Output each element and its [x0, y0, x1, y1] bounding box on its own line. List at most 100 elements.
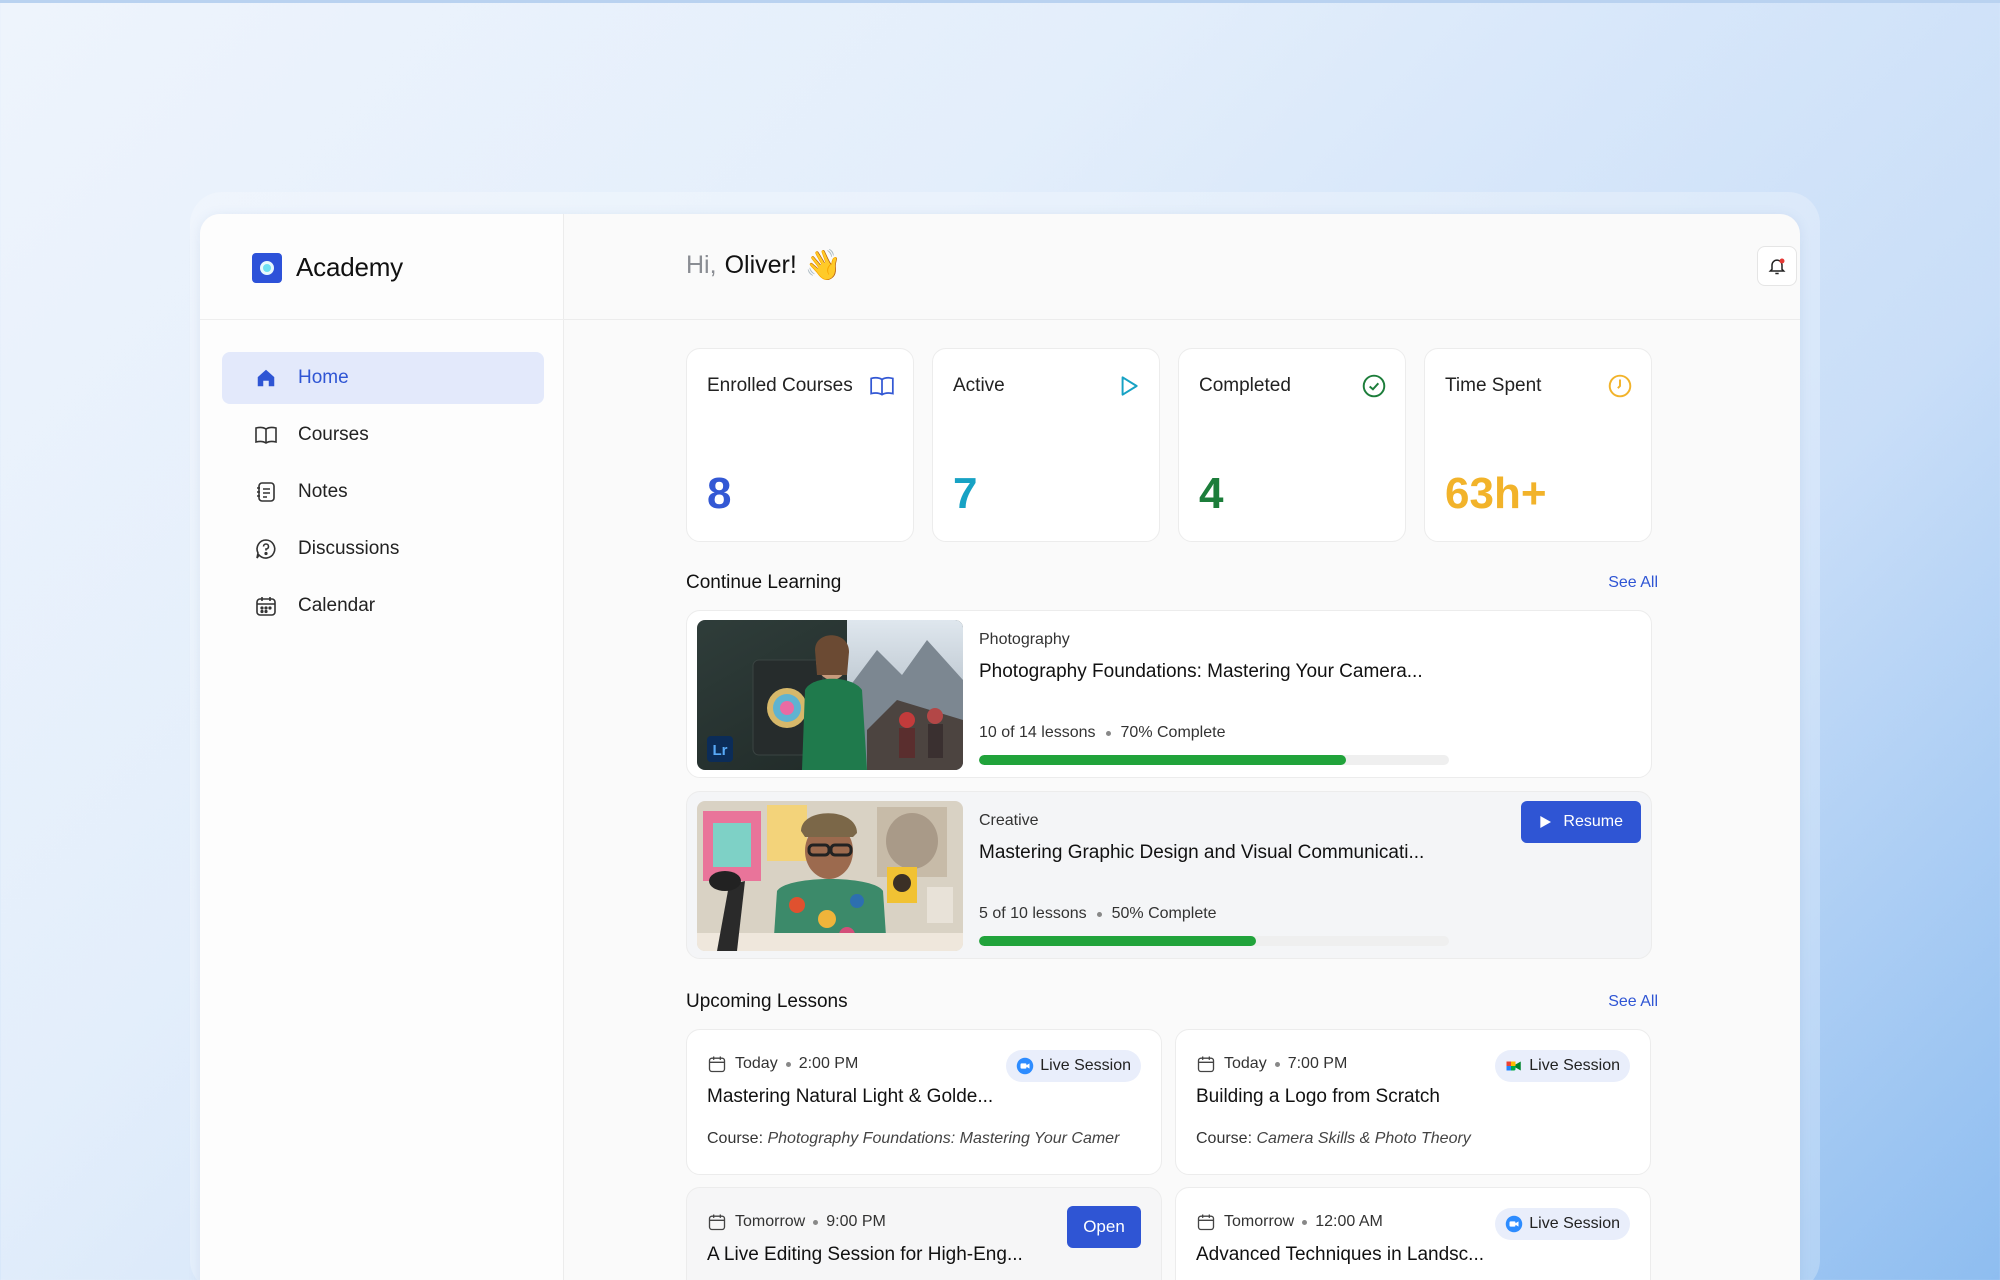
lesson-count: 5 of 10 lessons	[979, 905, 1087, 922]
clock-icon	[1608, 374, 1632, 398]
book-icon	[870, 376, 894, 396]
page-header: Hi, Oliver! 👋	[564, 214, 1800, 320]
course-title[interactable]: Mastering Graphic Design and Visual Comm…	[979, 842, 1424, 864]
live-session-badge: Live Session	[1006, 1050, 1141, 1082]
live-session-badge: Live Session	[1495, 1208, 1630, 1240]
course-label: Course:	[1196, 1130, 1253, 1147]
open-button[interactable]: Open	[1067, 1206, 1141, 1248]
lesson-schedule: Tomorrow 9:00 PM	[707, 1212, 886, 1232]
greeting-prefix: Hi,	[686, 251, 717, 279]
badge-label: Live Session	[1529, 1215, 1620, 1232]
question-icon	[254, 537, 278, 561]
zoom-icon	[1506, 1215, 1523, 1233]
separator-dot	[1105, 730, 1111, 736]
sidebar-item-discussions[interactable]: Discussions	[222, 523, 544, 575]
sidebar-item-notes[interactable]: Notes	[222, 466, 544, 518]
badge-label: Live Session	[1529, 1057, 1620, 1074]
user-name: Oliver!	[724, 251, 797, 279]
sidebar: Academy Home Courses Notes Discussions C…	[200, 214, 564, 1280]
sidebar-item-courses[interactable]: Courses	[222, 409, 544, 461]
calendar-icon	[254, 594, 278, 618]
lesson-schedule: Tomorrow 12:00 AM	[1196, 1212, 1383, 1232]
sidebar-item-calendar[interactable]: Calendar	[222, 580, 544, 632]
course-progress-bar	[979, 755, 1449, 765]
home-icon	[254, 366, 278, 390]
lesson-time: 7:00 PM	[1287, 1055, 1348, 1072]
stat-value: 4	[1199, 469, 1224, 518]
lesson-day: Today	[735, 1055, 778, 1072]
stat-value: 8	[707, 469, 732, 518]
course-meta: 5 of 10 lessons 50% Complete	[979, 905, 1217, 923]
course-label: Course:	[707, 1130, 764, 1147]
play-icon	[1540, 816, 1552, 828]
academy-logo-icon	[252, 252, 282, 283]
sidebar-item-label: Notes	[298, 481, 348, 502]
app-name: Academy	[296, 252, 403, 282]
stat-card-enrolled[interactable]: Enrolled Courses 8	[686, 348, 914, 542]
lightroom-badge-icon: Lr	[713, 742, 728, 759]
lesson-day: Tomorrow	[735, 1213, 806, 1230]
resume-label: Resume	[1563, 813, 1623, 830]
app-window: Academy Home Courses Notes Discussions C…	[200, 214, 1800, 1280]
stat-card-completed[interactable]: Completed 4	[1178, 348, 1406, 542]
sidebar-divider	[200, 319, 564, 320]
course-category: Creative	[979, 812, 1039, 829]
stats-row: Enrolled Courses 8 Active 7 Completed 4 …	[686, 348, 1652, 542]
lesson-card[interactable]: Today 7:00 PM Live Session Building a Lo…	[1175, 1029, 1651, 1175]
separator-dot	[1096, 911, 1102, 917]
brand[interactable]: Academy	[252, 252, 403, 283]
calendar-icon	[708, 1056, 726, 1073]
course-card-graphic-design[interactable]: Creative Mastering Graphic Design and Vi…	[686, 791, 1652, 959]
notes-icon	[254, 480, 278, 504]
separator-dot	[1302, 1219, 1308, 1225]
upcoming-lessons-title: Upcoming Lessons	[686, 991, 848, 1012]
course-name: Camera Skills & Photo Theory	[1256, 1130, 1471, 1147]
sidebar-nav: Home Courses Notes Discussions Calendar	[222, 352, 544, 637]
course-thumbnail: Lr	[697, 620, 963, 770]
lesson-time: 2:00 PM	[798, 1055, 859, 1072]
lesson-time: 12:00 AM	[1315, 1213, 1383, 1230]
lesson-day: Tomorrow	[1224, 1213, 1295, 1230]
badge-label: Live Session	[1040, 1057, 1131, 1074]
lesson-schedule: Today 7:00 PM	[1196, 1054, 1347, 1074]
course-title[interactable]: Photography Foundations: Mastering Your …	[979, 661, 1423, 683]
top-accent-line	[0, 0, 2000, 3]
zoom-icon	[1017, 1057, 1034, 1075]
lesson-card[interactable]: Tomorrow 9:00 PM Open A Live Editing Ses…	[686, 1187, 1162, 1280]
sidebar-item-label: Home	[298, 367, 349, 388]
course-category: Photography	[979, 631, 1070, 648]
lesson-card[interactable]: Today 2:00 PM Live Session Mastering Nat…	[686, 1029, 1162, 1175]
stat-label: Completed	[1199, 375, 1291, 396]
lesson-title: Mastering Natural Light & Golde...	[707, 1086, 994, 1107]
sidebar-item-label: Calendar	[298, 595, 376, 616]
lesson-schedule: Today 2:00 PM	[707, 1054, 858, 1074]
book-icon	[254, 423, 278, 447]
lesson-title: Building a Logo from Scratch	[1196, 1086, 1440, 1107]
stat-value: 63h+	[1445, 469, 1547, 518]
calendar-icon	[1197, 1214, 1215, 1231]
sidebar-item-home[interactable]: Home	[222, 352, 544, 404]
lesson-course: Course: Photography Foundations: Masteri…	[707, 1130, 1147, 1148]
google-meet-icon	[1506, 1061, 1522, 1071]
continue-learning-see-all-link[interactable]: See All	[1608, 574, 1658, 592]
stat-card-time-spent[interactable]: Time Spent 63h+	[1424, 348, 1652, 542]
completion-percent: 50% Complete	[1111, 905, 1217, 922]
notifications-button[interactable]	[1757, 246, 1797, 286]
stat-card-active[interactable]: Active 7	[932, 348, 1160, 542]
sidebar-item-label: Courses	[298, 424, 369, 445]
separator-dot	[785, 1061, 791, 1067]
course-card-photography[interactable]: Lr Photography Photography Foundations: …	[686, 610, 1652, 778]
separator-dot	[1274, 1061, 1280, 1067]
course-progress-bar	[979, 936, 1449, 946]
wave-emoji-icon: 👋	[804, 249, 843, 282]
sidebar-item-label: Discussions	[298, 538, 400, 559]
lesson-count: 10 of 14 lessons	[979, 724, 1096, 741]
greeting: Hi, Oliver! 👋	[686, 248, 842, 283]
upcoming-lessons-see-all-link[interactable]: See All	[1608, 993, 1658, 1011]
lesson-title: A Live Editing Session for High-Eng...	[707, 1244, 1023, 1265]
lesson-title: Advanced Techniques in Landsc...	[1196, 1244, 1485, 1265]
play-icon	[1121, 376, 1138, 396]
resume-button[interactable]: Resume	[1521, 801, 1641, 843]
stat-label: Active	[953, 375, 1005, 396]
lesson-card[interactable]: Tomorrow 12:00 AM Live Session Advanced …	[1175, 1187, 1651, 1280]
